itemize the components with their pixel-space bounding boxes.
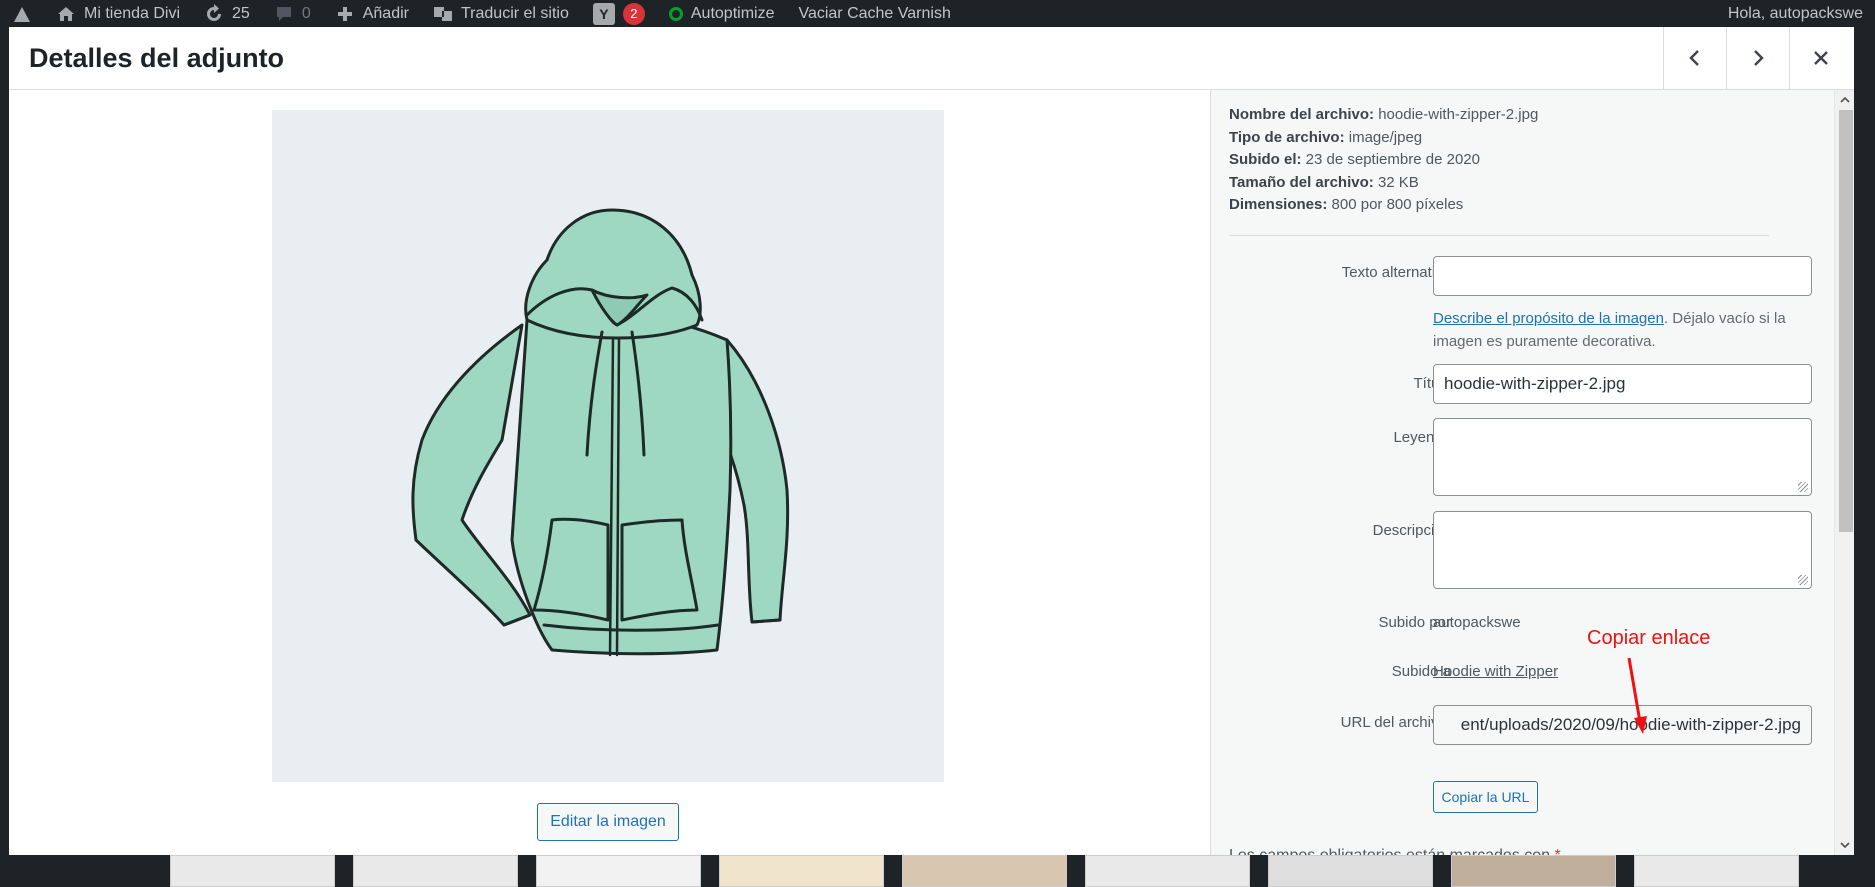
autoptimize-menu[interactable]: Autoptimize	[657, 0, 787, 27]
uploaded-to-link[interactable]: Hoodie with Zipper	[1433, 663, 1558, 680]
autoptimize-label: Autoptimize	[690, 4, 775, 22]
copy-url-button[interactable]: Copiar la URL	[1433, 781, 1538, 813]
wordpress-icon	[14, 6, 30, 22]
alt-text-help: Describe el propósito de la imagen. Déja…	[1433, 310, 1786, 350]
comments-count: 0	[301, 4, 311, 22]
file-name-row: Nombre del archivo: hoodie-with-zipper-2…	[1229, 106, 1539, 123]
translate-icon	[433, 6, 452, 21]
media-thumbnail[interactable]	[353, 855, 518, 887]
divider	[1229, 235, 1769, 236]
chevron-left-icon	[1689, 50, 1699, 66]
file-size-row: Tamaño del archivo: 32 KB	[1229, 173, 1419, 191]
previous-button[interactable]	[1663, 27, 1726, 89]
attachment-details-modal: Detalles del adjunto Editar la imagen No…	[9, 27, 1854, 855]
media-thumbnail[interactable]	[170, 855, 335, 887]
media-grid-background	[170, 855, 1875, 887]
status-dot-icon	[668, 6, 683, 21]
chevron-right-icon	[1754, 50, 1764, 66]
site-name-link[interactable]: Mi tienda Divi	[44, 0, 192, 27]
file-size: 32 KB	[1377, 173, 1419, 191]
edit-image-button[interactable]: Editar la imagen	[537, 803, 679, 841]
sidebar-scrollbar[interactable]	[1834, 90, 1854, 855]
file-type: image/jpeg	[1348, 128, 1423, 146]
dimensions: 800 por 800 píxeles	[1331, 196, 1464, 214]
comments-link[interactable]: 0	[262, 0, 323, 27]
uploaded-on-row: Subido el: 23 de septiembre de 2020	[1229, 151, 1480, 169]
media-thumbnail[interactable]	[1268, 855, 1433, 887]
media-thumbnail[interactable]	[902, 855, 1067, 887]
comment-icon	[276, 6, 291, 21]
dimensions-row: Dimensiones: 800 por 800 píxeles	[1229, 196, 1464, 214]
scroll-down-icon[interactable]	[1840, 840, 1850, 850]
resize-handle-icon[interactable]	[1798, 482, 1808, 492]
varnish-purge-link[interactable]: Vaciar Cache Varnish	[786, 0, 962, 27]
media-thumbnail[interactable]	[1085, 855, 1250, 887]
yoast-badge: 2	[622, 2, 645, 25]
file-details: Nombre del archivo: hoodie-with-zipper-2…	[1229, 104, 1538, 217]
yoast-menu[interactable]: Y 2	[581, 0, 657, 27]
add-new-link[interactable]: Añadir	[323, 0, 421, 27]
attachment-info-sidebar: Nombre del archivo: hoodie-with-zipper-2…	[1210, 90, 1854, 855]
required-star: *	[1555, 847, 1561, 855]
site-name: Mi tienda Divi	[84, 4, 181, 22]
media-thumbnail[interactable]	[719, 855, 884, 887]
refresh-icon	[207, 3, 222, 21]
admin-bar: Mi tienda Divi 25 0 Añadir Traducir el s…	[0, 0, 1875, 27]
hoodie-illustration	[411, 208, 790, 657]
updates-count: 25	[232, 4, 250, 22]
modal-title: Detalles del adjunto	[29, 43, 285, 73]
title-input[interactable]: hoodie-with-zipper-2.jpg	[1433, 364, 1812, 404]
required-fields-note: Los campos obligatorios están marcados c…	[1229, 847, 1561, 855]
plus-icon	[337, 6, 352, 21]
wordpress-menu[interactable]	[0, 0, 44, 27]
media-thumbnail[interactable]	[1634, 855, 1799, 887]
greeting: Hola, autopackswe	[1727, 4, 1863, 22]
uploaded-on: 23 de septiembre de 2020	[1305, 151, 1480, 169]
account-menu[interactable]: Hola, autopackswe	[1728, 0, 1863, 27]
image-preview-area: Editar la imagen	[9, 90, 1209, 855]
scroll-thumb[interactable]	[1839, 110, 1853, 532]
yoast-icon: Y	[592, 2, 615, 25]
home-icon	[58, 6, 74, 21]
scroll-up-icon[interactable]	[1840, 95, 1850, 105]
file-type-row: Tipo de archivo: image/jpeg	[1229, 128, 1423, 146]
media-thumbnail[interactable]	[536, 855, 701, 887]
varnish-label: Vaciar Cache Varnish	[798, 4, 951, 22]
uploaded-by-value: autopackswe	[1433, 614, 1521, 631]
updates-link[interactable]: 25	[192, 0, 262, 27]
close-button[interactable]	[1789, 27, 1852, 89]
add-label: Añadir	[362, 4, 409, 22]
description-textarea[interactable]	[1433, 511, 1812, 589]
next-button[interactable]	[1726, 27, 1789, 89]
modal-header: Detalles del adjunto	[9, 27, 1854, 90]
media-thumbnail[interactable]	[1451, 855, 1616, 887]
file-name: hoodie-with-zipper-2.jpg	[1378, 106, 1539, 123]
translate-label: Traducir el sitio	[460, 4, 569, 22]
annotation-label: Copiar enlace	[1587, 627, 1711, 649]
close-icon	[1814, 51, 1828, 65]
attachment-image	[272, 110, 944, 782]
caption-textarea[interactable]	[1433, 418, 1812, 496]
translate-site-link[interactable]: Traducir el sitio	[421, 0, 581, 27]
alt-text-help-link[interactable]: Describe el propósito de la imagen	[1433, 310, 1664, 327]
alt-text-input[interactable]	[1433, 256, 1812, 296]
annotation-arrow-icon	[1627, 657, 1647, 734]
resize-handle-icon[interactable]	[1798, 575, 1808, 585]
